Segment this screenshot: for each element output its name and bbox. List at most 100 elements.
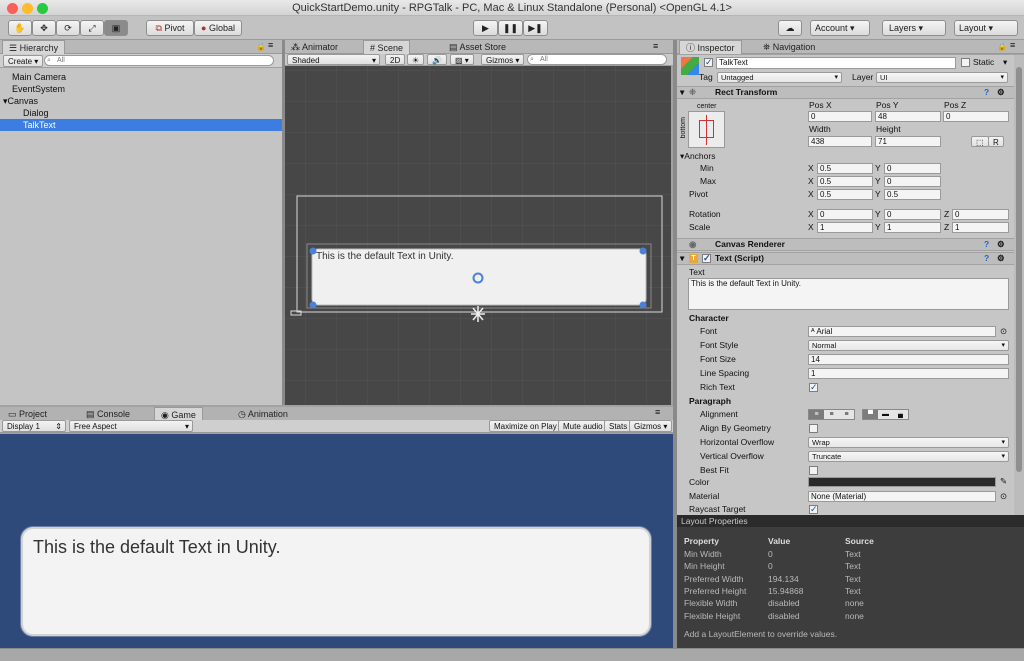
h-overflow-dropdown[interactable]: Wrap: [808, 437, 1009, 448]
panel-menu-icon[interactable]: ≡: [653, 41, 658, 51]
rotation-z-field[interactable]: 0: [952, 209, 1009, 220]
active-checkbox[interactable]: [704, 57, 713, 68]
anchor-min-y-field[interactable]: 0: [884, 163, 941, 174]
lock-icon[interactable]: 🔒: [997, 42, 1007, 51]
object-picker-icon[interactable]: ⊙: [1000, 491, 1007, 502]
align-top-icon[interactable]: ▀: [863, 410, 878, 419]
static-dropdown-icon[interactable]: ▾: [1003, 57, 1007, 68]
best-fit-checkbox[interactable]: [809, 466, 818, 475]
shading-dropdown[interactable]: Shaded ▾: [287, 54, 380, 65]
account-dropdown[interactable]: Account ▾: [810, 20, 870, 36]
create-dropdown[interactable]: Create ▾: [3, 55, 44, 67]
pivot-y-field[interactable]: 0.5: [884, 189, 941, 200]
text-value-area[interactable]: This is the default Text in Unity.: [688, 278, 1009, 310]
pause-button[interactable]: ❚❚: [498, 20, 523, 36]
inspector-scrollbar[interactable]: [1014, 55, 1024, 515]
effects-icon[interactable]: ▨ ▾: [450, 54, 474, 65]
panel-menu-icon[interactable]: ≡: [268, 40, 273, 50]
hand-tool-icon[interactable]: ✋: [8, 20, 32, 36]
font-style-dropdown[interactable]: Normal: [808, 340, 1009, 351]
layers-dropdown[interactable]: Layers ▾: [882, 20, 946, 36]
pos-y-field[interactable]: 48: [875, 111, 941, 122]
gear-icon[interactable]: ⚙: [997, 87, 1005, 98]
gizmos-dropdown[interactable]: Gizmos ▾: [481, 54, 525, 65]
font-field[interactable]: ᴬ Arial: [808, 326, 996, 337]
align-left-icon[interactable]: ≡: [809, 410, 824, 419]
tab-game[interactable]: ◉ Game: [154, 407, 203, 421]
rect-tool-icon[interactable]: ▣: [104, 20, 128, 36]
hierarchy-item-main-camera[interactable]: Main Camera: [12, 71, 66, 83]
canvas-renderer-header[interactable]: ◉ Canvas Renderer ? ⚙: [677, 238, 1017, 251]
object-name-field[interactable]: TalkText: [716, 57, 956, 69]
gear-icon[interactable]: ⚙: [997, 239, 1005, 250]
eyedropper-icon[interactable]: ✎: [1000, 476, 1007, 487]
v-overflow-dropdown[interactable]: Truncate: [808, 451, 1009, 462]
font-size-field[interactable]: 14: [808, 354, 1009, 365]
tab-asset-store[interactable]: ▤ Asset Store: [443, 40, 512, 54]
lock-icon[interactable]: 🔒: [256, 42, 266, 51]
scale-x-field[interactable]: 1: [817, 222, 873, 233]
mute-audio-toggle[interactable]: Mute audio: [558, 420, 608, 432]
layout-properties-title[interactable]: Layout Properties: [677, 515, 1024, 527]
width-field[interactable]: 438: [808, 136, 872, 147]
help-icon[interactable]: ?: [984, 87, 989, 98]
scale-tool-icon[interactable]: ⤢: [80, 20, 104, 36]
step-button[interactable]: ▶❚: [523, 20, 548, 36]
tab-scene[interactable]: # Scene: [363, 40, 411, 54]
game-view[interactable]: This is the default Text in Unity.: [0, 434, 673, 648]
move-tool-icon[interactable]: ✥: [32, 20, 56, 36]
rotation-y-field[interactable]: 0: [884, 209, 941, 220]
text-script-header[interactable]: ▾ T Text (Script) ? ⚙: [677, 252, 1017, 265]
layout-dropdown[interactable]: Layout ▾: [954, 20, 1018, 36]
hierarchy-item-talktext[interactable]: TalkText: [0, 119, 282, 131]
hierarchy-item-eventsystem[interactable]: EventSystem: [12, 83, 65, 95]
scrollbar-thumb[interactable]: [1016, 67, 1022, 472]
aspect-dropdown[interactable]: Free Aspect ▾: [69, 420, 193, 432]
text-enabled-checkbox[interactable]: [702, 253, 711, 264]
anchor-max-x-field[interactable]: 0.5: [817, 176, 873, 187]
rotate-tool-icon[interactable]: ⟳: [56, 20, 80, 36]
align-middle-icon[interactable]: ▬: [878, 410, 893, 419]
pivot-button[interactable]: ⧉ Pivot: [146, 20, 194, 36]
tab-animation[interactable]: ◷ Animation: [232, 407, 294, 421]
align-right-icon[interactable]: ≡: [839, 410, 854, 419]
layer-dropdown[interactable]: UI: [876, 72, 1008, 83]
panel-menu-icon[interactable]: ≡: [1010, 40, 1015, 50]
anchor-max-y-field[interactable]: 0: [884, 176, 941, 187]
height-field[interactable]: 71: [875, 136, 941, 147]
blueprint-mode-button[interactable]: ⬚: [971, 136, 989, 147]
scene-search-input[interactable]: ⌕ All: [527, 54, 667, 65]
stats-toggle[interactable]: Stats: [604, 420, 633, 432]
play-button[interactable]: ▶: [473, 20, 498, 36]
tab-animator[interactable]: ⁂ Animator: [285, 40, 344, 54]
align-center-icon[interactable]: ≡: [824, 410, 839, 419]
align-bottom-icon[interactable]: ▄: [893, 410, 908, 419]
pos-x-field[interactable]: 0: [808, 111, 872, 122]
collapse-triangle-icon[interactable]: ▾: [680, 87, 684, 98]
rich-text-checkbox[interactable]: [809, 382, 818, 393]
tab-project[interactable]: ▭ Project: [2, 407, 53, 421]
raw-edit-button[interactable]: R: [988, 136, 1004, 147]
help-icon[interactable]: ?: [984, 253, 989, 264]
pos-z-field[interactable]: 0: [943, 111, 1009, 122]
display-dropdown[interactable]: Display 1 ⇕: [2, 420, 66, 432]
static-checkbox[interactable]: [961, 58, 970, 67]
audio-icon[interactable]: 🔊: [427, 54, 447, 65]
gear-icon[interactable]: ⚙: [997, 253, 1005, 264]
align-geometry-checkbox[interactable]: [809, 424, 818, 433]
maximize-on-play-toggle[interactable]: Maximize on Play: [489, 420, 562, 432]
mode-2d-toggle[interactable]: 2D: [385, 54, 406, 65]
tag-dropdown[interactable]: Untagged: [717, 72, 842, 83]
material-field[interactable]: None (Material): [808, 491, 996, 502]
collapse-triangle-icon[interactable]: ▾: [680, 253, 684, 264]
pivot-x-field[interactable]: 0.5: [817, 189, 873, 200]
tab-navigation[interactable]: ⛯ Navigation: [757, 40, 821, 54]
line-spacing-field[interactable]: 1: [808, 368, 1009, 379]
scene-view[interactable]: This is the default Text in Unity.: [285, 66, 671, 405]
raycast-checkbox[interactable]: [809, 504, 818, 515]
tab-hierarchy[interactable]: ☰ Hierarchy: [2, 40, 66, 54]
lighting-icon[interactable]: ☀: [407, 54, 425, 65]
hierarchy-search-input[interactable]: ⌕ All: [44, 55, 274, 66]
global-button[interactable]: ● Global: [194, 20, 242, 36]
help-icon[interactable]: ?: [984, 239, 989, 250]
